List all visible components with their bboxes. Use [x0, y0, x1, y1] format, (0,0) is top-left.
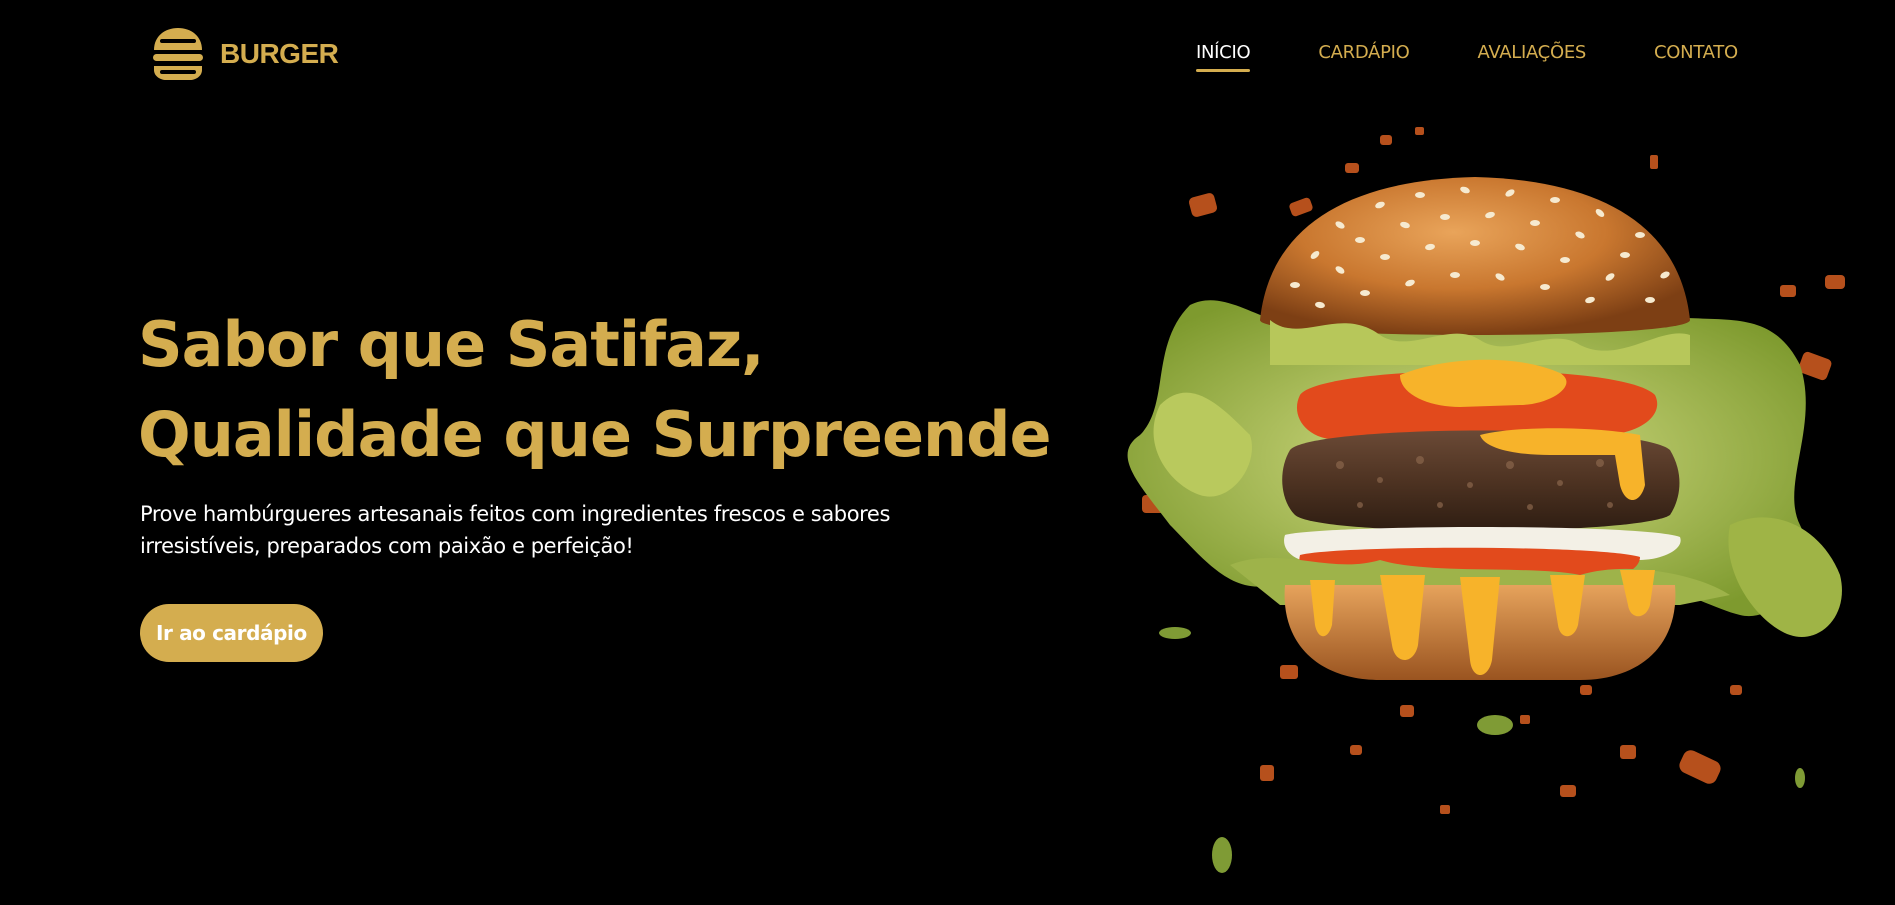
logo[interactable]: BURGER	[148, 24, 339, 84]
menu-cta-button[interactable]: Ir ao cardápio	[140, 604, 323, 662]
hero-title-line-2: Qualidade que Surpreende	[138, 398, 1052, 471]
hero-section: Sabor que Satifaz, Qualidade que Surpree…	[138, 300, 1052, 662]
page: BURGER INÍCIO CARDÁPIO AVALIAÇÕES CONTAT…	[0, 0, 1895, 905]
burger-image	[1080, 105, 1880, 905]
site-header: BURGER INÍCIO CARDÁPIO AVALIAÇÕES CONTAT…	[0, 0, 1895, 110]
nav-item-contato[interactable]: CONTATO	[1654, 42, 1738, 67]
hero-title-line-1: Sabor que Satifaz,	[138, 308, 765, 381]
hero-description: Prove hambúrgueres artesanais feitos com…	[140, 502, 890, 558]
nav-item-cardapio[interactable]: CARDÁPIO	[1318, 42, 1409, 67]
nav-item-inicio[interactable]: INÍCIO	[1196, 42, 1251, 72]
hero-title: Sabor que Satifaz, Qualidade que Surpree…	[138, 300, 1052, 480]
burger-logo-icon	[153, 28, 203, 80]
nav-item-avaliacoes[interactable]: AVALIAÇÕES	[1478, 42, 1587, 67]
logo-text: BURGER	[220, 38, 339, 69]
main-nav: INÍCIO CARDÁPIO AVALIAÇÕES CONTATO	[1196, 42, 1738, 72]
burger-illustration-icon	[1127, 127, 1845, 873]
